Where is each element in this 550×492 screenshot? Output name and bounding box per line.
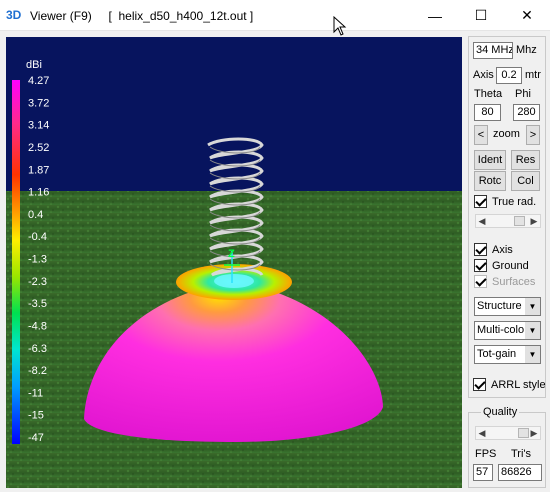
zoom-out-button[interactable]: < xyxy=(474,125,488,145)
legend-tick-label: -3.5 xyxy=(28,298,47,310)
legend-tick-label: 0.4 xyxy=(28,209,43,221)
ground-checkbox[interactable]: Ground xyxy=(474,259,529,272)
legend-tick-label: -0.4 xyxy=(28,231,47,243)
tris-label: Tri's xyxy=(511,448,532,460)
legend-tick-label: -1.3 xyxy=(28,254,47,266)
settings-group: 34 MHz Mhz Axis 0.2 mtr Theta Phi 80 280… xyxy=(468,36,546,398)
color-mode-select[interactable]: Multi-colo ▼ xyxy=(474,321,541,340)
rotc-button[interactable]: Rotc xyxy=(474,171,506,191)
frequency-unit: Mhz xyxy=(516,44,537,56)
legend-tick-label: 3.14 xyxy=(28,120,49,132)
phi-field[interactable]: 280 xyxy=(513,104,540,121)
axis-checkbox[interactable]: Axis xyxy=(474,243,513,256)
legend-unit: dBi xyxy=(26,59,42,71)
arrl-style-checkbox[interactable]: ARRL style xyxy=(473,378,546,391)
checkbox-checked-icon xyxy=(474,275,487,288)
legend-tick-label: 1.16 xyxy=(28,187,49,199)
fps-label: FPS xyxy=(475,448,497,460)
sky xyxy=(6,37,462,193)
minimize-button[interactable]: — xyxy=(412,0,458,31)
legend-tick-label: -4.8 xyxy=(28,320,47,332)
fps-field: 57 xyxy=(473,464,493,481)
legend-tick-label: 4.27 xyxy=(28,75,49,87)
res-button[interactable]: Res xyxy=(511,150,540,170)
mouse-cursor-icon xyxy=(333,16,347,36)
legend-tick-label: -8.2 xyxy=(28,365,47,377)
axis-length-field[interactable]: 0.2 xyxy=(496,67,522,84)
legend-tick-label: -11 xyxy=(28,387,43,399)
window-title: Viewer (F9) [ helix_d50_h400_12t.out ] xyxy=(30,9,254,23)
quality-slider[interactable]: ◀ ▶ xyxy=(475,426,541,440)
tris-field: 86826 xyxy=(498,464,542,481)
phi-label: Phi xyxy=(515,88,531,100)
legend-tick-label: -15 xyxy=(28,410,44,422)
slider-left-arrow-icon[interactable]: ◀ xyxy=(476,215,488,227)
arrl-group: ARRL style xyxy=(468,372,546,400)
checkbox-checked-icon xyxy=(473,378,486,391)
legend-tick-label: -6.3 xyxy=(28,343,47,355)
true-rad-checkbox[interactable]: True rad. xyxy=(474,195,536,208)
3d-viewport[interactable]: Z dBi 4.27 3.72 3.14 2.52 1.87 1.16 0.4 -0.4 -1.… xyxy=(6,37,462,488)
slider-right-arrow-icon[interactable]: ▶ xyxy=(528,215,540,227)
zoom-label: zoom xyxy=(493,128,520,140)
close-button[interactable]: ✕ xyxy=(504,0,550,31)
gain-type-select[interactable]: Tot-gain ▼ xyxy=(474,345,541,364)
legend-tick-label: 3.72 xyxy=(28,97,49,109)
legend-tick-label: 1.87 xyxy=(28,164,49,176)
checkbox-checked-icon xyxy=(474,243,487,256)
legend-tick-label: -47 xyxy=(28,432,44,444)
axis-length-unit: mtr xyxy=(525,69,541,81)
checkbox-checked-icon xyxy=(474,259,487,272)
ident-button[interactable]: Ident xyxy=(474,150,506,170)
title-bar: 3D Viewer (F9) [ helix_d50_h400_12t.out … xyxy=(0,0,550,36)
quality-group: Quality ◀ ▶ FPS Tri's 57 86826 xyxy=(468,406,546,488)
frequency-field[interactable]: 34 MHz xyxy=(473,42,513,59)
legend-color-bar xyxy=(12,80,20,444)
app-logo-icon: 3D xyxy=(6,8,22,22)
slider-thumb[interactable] xyxy=(514,216,525,226)
checkbox-checked-icon xyxy=(474,195,487,208)
slider-right-arrow-icon[interactable]: ▶ xyxy=(528,427,540,439)
chevron-down-icon[interactable]: ▼ xyxy=(525,346,540,363)
chevron-down-icon[interactable]: ▼ xyxy=(525,298,540,315)
control-panel: 34 MHz Mhz Axis 0.2 mtr Theta Phi 80 280… xyxy=(466,36,548,490)
file-name: [ helix_d50_h400_12t.out ] xyxy=(108,9,254,23)
theta-label: Theta xyxy=(474,88,503,100)
legend-tick-label: 2.52 xyxy=(28,142,49,154)
maximize-button[interactable]: ☐ xyxy=(458,0,504,31)
theta-field[interactable]: 80 xyxy=(474,104,501,121)
col-button[interactable]: Col xyxy=(511,171,540,191)
slider-left-arrow-icon[interactable]: ◀ xyxy=(476,427,488,439)
true-rad-slider[interactable]: ◀ ▶ xyxy=(475,214,541,228)
legend-tick-label: -2.3 xyxy=(28,276,47,288)
z-axis-label: Z xyxy=(228,248,235,260)
structure-select[interactable]: Structure ▼ xyxy=(474,297,541,316)
surfaces-checkbox: Surfaces xyxy=(474,275,535,288)
quality-label: Quality xyxy=(481,406,520,418)
zoom-in-button[interactable]: > xyxy=(526,125,540,145)
chevron-down-icon[interactable]: ▼ xyxy=(525,322,540,339)
axis-length-label: Axis xyxy=(473,69,494,81)
